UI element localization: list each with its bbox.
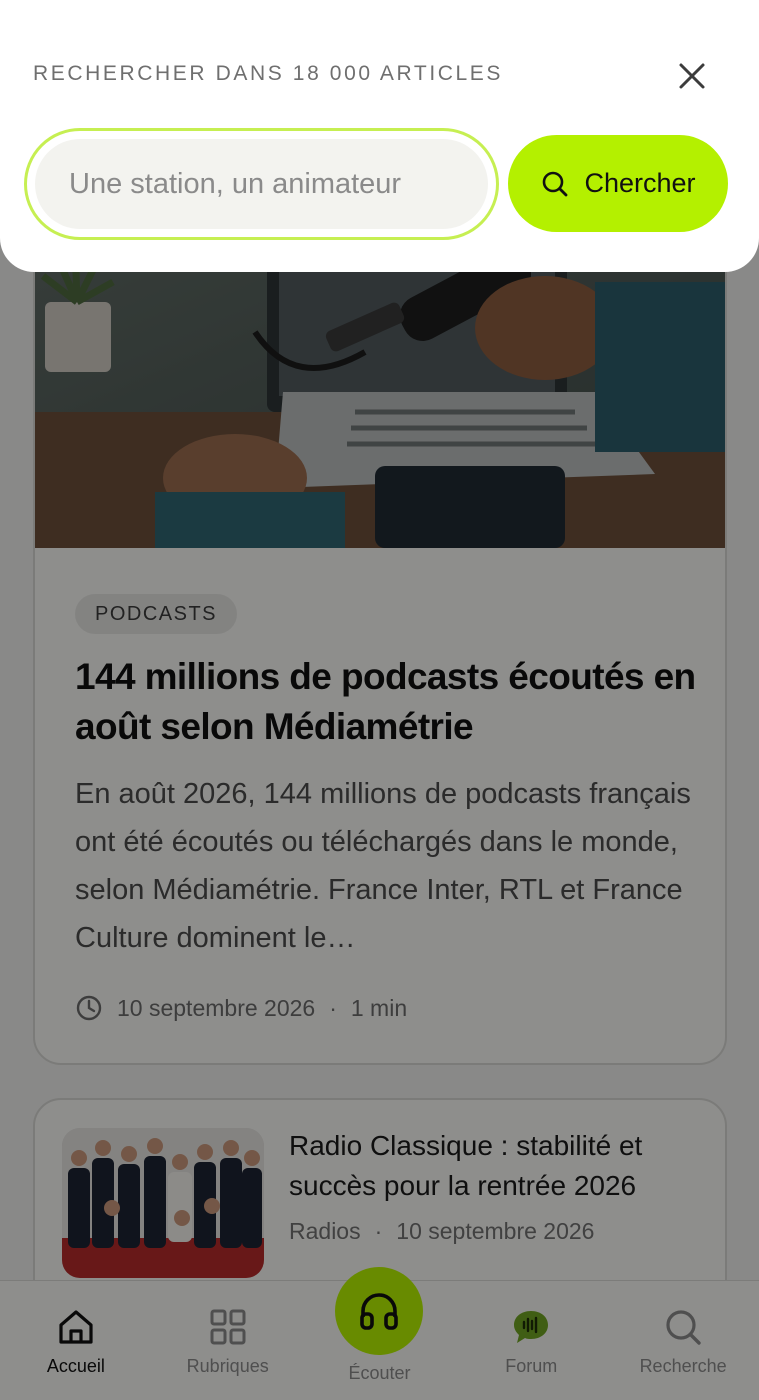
- search-icon: [543, 171, 568, 196]
- search-button[interactable]: Chercher: [508, 135, 728, 232]
- search-heading: RECHERCHER DANS 18 000 ARTICLES: [33, 62, 504, 85]
- search-field-wrapper: [24, 128, 499, 240]
- search-input[interactable]: [35, 139, 488, 229]
- close-button[interactable]: [670, 54, 714, 98]
- search-button-label: Chercher: [584, 168, 696, 198]
- search-panel: RECHERCHER DANS 18 000 ARTICLES Chercher: [0, 0, 759, 272]
- close-icon: [679, 63, 705, 89]
